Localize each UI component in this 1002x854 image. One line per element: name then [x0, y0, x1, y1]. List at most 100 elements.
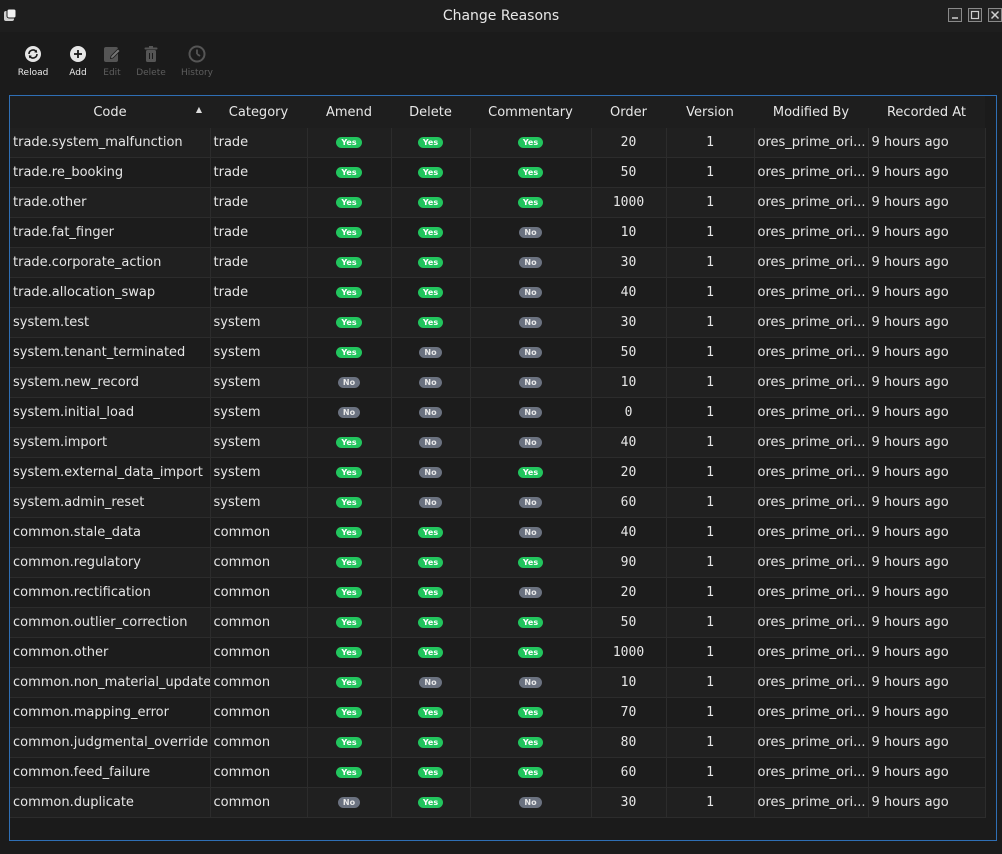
- column-header-category[interactable]: Category: [210, 96, 307, 128]
- table-row[interactable]: common.duplicate common No Yes No 30 1 ores_pri…: [10, 787, 986, 818]
- modified-by-cell[interactable]: ores_prime_ori...: [754, 187, 869, 218]
- amend-cell[interactable]: Yes: [307, 128, 392, 158]
- column-header-delete[interactable]: Delete: [391, 96, 470, 128]
- category-cell[interactable]: system: [210, 397, 308, 428]
- commentary-cell[interactable]: No: [470, 337, 592, 368]
- recorded-at-cell[interactable]: 9 hours ago: [868, 277, 986, 308]
- version-cell[interactable]: 1: [666, 727, 755, 758]
- table-row[interactable]: system.import system Yes No No 40 1 ores_prime_…: [10, 427, 986, 458]
- delete-cell[interactable]: Yes: [391, 277, 471, 308]
- modified-by-cell[interactable]: ores_prime_ori...: [754, 637, 869, 668]
- amend-cell[interactable]: Yes: [307, 337, 392, 368]
- modified-by-cell[interactable]: ores_prime_ori...: [754, 128, 869, 158]
- column-header-version[interactable]: Version: [666, 96, 754, 128]
- commentary-cell[interactable]: Yes: [470, 157, 592, 188]
- delete-cell[interactable]: Yes: [391, 637, 471, 668]
- recorded-at-cell[interactable]: 9 hours ago: [868, 697, 986, 728]
- amend-cell[interactable]: Yes: [307, 517, 392, 548]
- category-cell[interactable]: common: [210, 787, 308, 818]
- recorded-at-cell[interactable]: 9 hours ago: [868, 247, 986, 278]
- commentary-cell[interactable]: No: [470, 427, 592, 458]
- code-cell[interactable]: common.mapping_error: [10, 697, 211, 728]
- table-row[interactable]: common.rectification common Yes Yes No 20 1 ore…: [10, 577, 986, 608]
- table-row[interactable]: common.mapping_error common Yes Yes Yes 70 1 or…: [10, 697, 986, 728]
- version-cell[interactable]: 1: [666, 577, 755, 608]
- modified-by-cell[interactable]: ores_prime_ori...: [754, 757, 869, 788]
- order-cell[interactable]: 90: [591, 547, 667, 578]
- recorded-at-cell[interactable]: 9 hours ago: [868, 487, 986, 518]
- delete-cell[interactable]: Yes: [391, 787, 471, 818]
- amend-cell[interactable]: Yes: [307, 487, 392, 518]
- commentary-cell[interactable]: Yes: [470, 607, 592, 638]
- code-cell[interactable]: system.admin_reset: [10, 487, 211, 518]
- order-cell[interactable]: 60: [591, 757, 667, 788]
- commentary-cell[interactable]: No: [470, 787, 592, 818]
- amend-cell[interactable]: Yes: [307, 427, 392, 458]
- category-cell[interactable]: system: [210, 367, 308, 398]
- recorded-at-cell[interactable]: 9 hours ago: [868, 577, 986, 608]
- commentary-cell[interactable]: No: [470, 247, 592, 278]
- recorded-at-cell[interactable]: 9 hours ago: [868, 547, 986, 578]
- amend-cell[interactable]: Yes: [307, 577, 392, 608]
- version-cell[interactable]: 1: [666, 157, 755, 188]
- column-header-order[interactable]: Order: [591, 96, 666, 128]
- code-cell[interactable]: trade.allocation_swap: [10, 277, 211, 308]
- version-cell[interactable]: 1: [666, 787, 755, 818]
- delete-cell[interactable]: Yes: [391, 157, 471, 188]
- delete-cell[interactable]: Yes: [391, 307, 471, 338]
- table-row[interactable]: system.initial_load system No No No 0 1 ores_pr…: [10, 397, 986, 428]
- category-cell[interactable]: system: [210, 337, 308, 368]
- category-cell[interactable]: common: [210, 757, 308, 788]
- code-cell[interactable]: common.regulatory: [10, 547, 211, 578]
- column-header-code[interactable]: Code ▲: [10, 96, 210, 128]
- code-cell[interactable]: system.initial_load: [10, 397, 211, 428]
- category-cell[interactable]: trade: [210, 277, 308, 308]
- order-cell[interactable]: 80: [591, 727, 667, 758]
- version-cell[interactable]: 1: [666, 427, 755, 458]
- code-cell[interactable]: common.rectification: [10, 577, 211, 608]
- order-cell[interactable]: 1000: [591, 187, 667, 218]
- version-cell[interactable]: 1: [666, 128, 755, 158]
- commentary-cell[interactable]: Yes: [470, 187, 592, 218]
- recorded-at-cell[interactable]: 9 hours ago: [868, 637, 986, 668]
- modified-by-cell[interactable]: ores_prime_ori...: [754, 337, 869, 368]
- amend-cell[interactable]: Yes: [307, 277, 392, 308]
- order-cell[interactable]: 40: [591, 277, 667, 308]
- commentary-cell[interactable]: Yes: [470, 697, 592, 728]
- order-cell[interactable]: 20: [591, 457, 667, 488]
- category-cell[interactable]: system: [210, 307, 308, 338]
- delete-cell[interactable]: Yes: [391, 217, 471, 248]
- column-header-recorded-at[interactable]: Recorded At: [868, 96, 985, 128]
- amend-cell[interactable]: Yes: [307, 247, 392, 278]
- amend-cell[interactable]: Yes: [307, 187, 392, 218]
- recorded-at-cell[interactable]: 9 hours ago: [868, 397, 986, 428]
- delete-cell[interactable]: No: [391, 367, 471, 398]
- modified-by-cell[interactable]: ores_prime_ori...: [754, 277, 869, 308]
- delete-cell[interactable]: Yes: [391, 517, 471, 548]
- recorded-at-cell[interactable]: 9 hours ago: [868, 128, 986, 158]
- change-reasons-table[interactable]: Code ▲ Category Amend Delete Commentary O…: [9, 95, 997, 841]
- commentary-cell[interactable]: Yes: [470, 637, 592, 668]
- modified-by-cell[interactable]: ores_prime_ori...: [754, 697, 869, 728]
- category-cell[interactable]: common: [210, 697, 308, 728]
- modified-by-cell[interactable]: ores_prime_ori...: [754, 217, 869, 248]
- code-cell[interactable]: system.import: [10, 427, 211, 458]
- category-cell[interactable]: trade: [210, 157, 308, 188]
- version-cell[interactable]: 1: [666, 367, 755, 398]
- amend-cell[interactable]: Yes: [307, 727, 392, 758]
- version-cell[interactable]: 1: [666, 757, 755, 788]
- modified-by-cell[interactable]: ores_prime_ori...: [754, 607, 869, 638]
- code-cell[interactable]: trade.fat_finger: [10, 217, 211, 248]
- table-row[interactable]: trade.other trade Yes Yes Yes 1000 1 ores_prime…: [10, 187, 986, 218]
- category-cell[interactable]: trade: [210, 217, 308, 248]
- delete-cell[interactable]: Yes: [391, 727, 471, 758]
- version-cell[interactable]: 1: [666, 277, 755, 308]
- code-cell[interactable]: system.new_record: [10, 367, 211, 398]
- delete-cell[interactable]: No: [391, 397, 471, 428]
- order-cell[interactable]: 70: [591, 697, 667, 728]
- recorded-at-cell[interactable]: 9 hours ago: [868, 187, 986, 218]
- order-cell[interactable]: 60: [591, 487, 667, 518]
- order-cell[interactable]: 10: [591, 367, 667, 398]
- table-row[interactable]: trade.system_malfunction trade Yes Yes Yes 20…: [10, 128, 986, 158]
- column-header-commentary[interactable]: Commentary: [470, 96, 591, 128]
